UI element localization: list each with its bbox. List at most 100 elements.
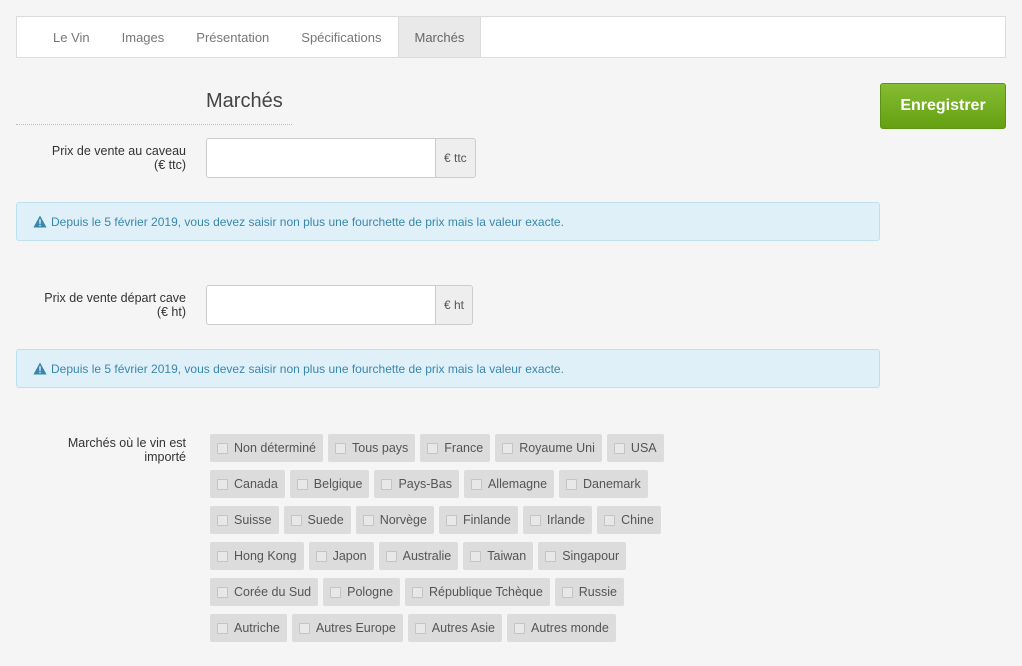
checkbox-icon[interactable]	[445, 514, 457, 526]
checkbox-icon[interactable]	[470, 550, 482, 562]
checkbox-icon[interactable]	[412, 586, 424, 598]
market-label: Belgique	[313, 477, 363, 491]
save-button[interactable]: Enregistrer	[880, 83, 1006, 129]
checkbox-icon[interactable]	[362, 514, 374, 526]
market-checkbox[interactable]: Danemark	[559, 470, 648, 498]
checkbox-icon[interactable]	[298, 622, 310, 634]
market-label: Finlande	[462, 513, 511, 527]
checkbox-icon[interactable]	[217, 514, 228, 526]
market-checkbox[interactable]: Finlande	[438, 506, 518, 534]
caveau-price-alert: Depuis le 5 février 2019, vous devez sai…	[16, 202, 880, 241]
caveau-price-input[interactable]	[206, 138, 436, 178]
market-checkbox[interactable]: Royaume Uni	[495, 434, 602, 462]
tab-specifications[interactable]: Spécifications	[285, 17, 397, 57]
caveau-price-label-line2: (€ ttc)	[154, 158, 186, 172]
market-checkbox[interactable]: Singapour	[538, 542, 627, 570]
checkbox-icon[interactable]	[330, 586, 342, 598]
market-checkbox[interactable]: Suisse	[210, 506, 279, 534]
market-label: Danemark	[583, 477, 641, 491]
market-checkbox[interactable]: Tous pays	[328, 434, 416, 462]
market-checkbox[interactable]: Irlande	[522, 506, 593, 534]
section-title: Marchés	[206, 90, 283, 112]
market-checkbox[interactable]: Hong Kong	[210, 542, 304, 570]
tab-le-vin[interactable]: Le Vin	[37, 17, 106, 57]
market-checkbox[interactable]: Suede	[283, 506, 351, 534]
market-label: Singapour	[562, 549, 620, 563]
markets-label-line2: importé	[144, 450, 186, 464]
market-label: Australie	[402, 549, 452, 563]
checkbox-icon[interactable]	[566, 478, 578, 490]
title-divider	[16, 124, 292, 125]
market-label: Hong Kong	[234, 549, 297, 563]
warning-icon	[33, 362, 47, 375]
checkbox-icon[interactable]	[604, 514, 616, 526]
market-label: Norvège	[379, 513, 427, 527]
tab-bar: Le Vin Images Présentation Spécification…	[16, 16, 1006, 58]
market-checkbox[interactable]: USA	[606, 434, 664, 462]
checkbox-icon[interactable]	[529, 514, 541, 526]
depart-price-label: Prix de vente départ cave (€ ht)	[16, 291, 186, 319]
market-checkbox[interactable]: Canada	[210, 470, 285, 498]
checkbox-icon[interactable]	[613, 442, 625, 454]
checkbox-icon[interactable]	[414, 622, 426, 634]
checkbox-icon[interactable]	[315, 550, 327, 562]
market-checkbox[interactable]: Taiwan	[463, 542, 534, 570]
markets-row: Corée du Sud Pologne République Tchèque Rus…	[210, 578, 710, 606]
checkbox-icon[interactable]	[217, 550, 228, 562]
checkbox-icon[interactable]	[381, 478, 393, 490]
market-label: Autres Europe	[315, 621, 396, 635]
checkbox-icon[interactable]	[427, 442, 439, 454]
market-label: Chine	[621, 513, 654, 527]
market-checkbox[interactable]: Russie	[554, 578, 624, 606]
market-checkbox[interactable]: Autriche	[210, 614, 287, 642]
checkbox-icon[interactable]	[514, 622, 526, 634]
markets-row: Suisse Suede Norvège Finlande Irlande Chine	[210, 506, 710, 534]
market-checkbox[interactable]: Japon	[308, 542, 374, 570]
market-label: Pays-Bas	[398, 477, 452, 491]
tab-images[interactable]: Images	[106, 17, 181, 57]
market-checkbox[interactable]: Autres monde	[507, 614, 616, 642]
tab-marches[interactable]: Marchés	[397, 17, 482, 57]
market-checkbox[interactable]: Autres Europe	[291, 614, 403, 642]
market-label: Autriche	[234, 621, 280, 635]
market-checkbox[interactable]: Australie	[378, 542, 459, 570]
market-checkbox[interactable]: Allemagne	[463, 470, 555, 498]
checkbox-icon[interactable]	[217, 622, 228, 634]
market-checkbox[interactable]: Belgique	[289, 470, 370, 498]
depart-price-input[interactable]	[206, 285, 436, 325]
checkbox-icon[interactable]	[296, 478, 308, 490]
market-checkbox[interactable]: Non déterminé	[210, 434, 323, 462]
market-checkbox[interactable]: Chine	[597, 506, 661, 534]
market-label: Russie	[578, 585, 617, 599]
market-label: Pologne	[347, 585, 394, 599]
checkbox-icon[interactable]	[561, 586, 573, 598]
depart-price-group: € ht	[206, 285, 474, 325]
checkbox-icon[interactable]	[470, 478, 482, 490]
markets-row: Non déterminé Tous pays France Royaume Uni U…	[210, 434, 710, 462]
checkbox-icon[interactable]	[385, 550, 397, 562]
market-label: Japon	[332, 549, 367, 563]
markets-row: Hong Kong Japon Australie Taiwan Singapour	[210, 542, 710, 570]
checkbox-icon[interactable]	[545, 550, 557, 562]
market-label: Taiwan	[487, 549, 527, 563]
checkbox-icon[interactable]	[217, 478, 228, 490]
market-checkbox[interactable]: France	[420, 434, 491, 462]
market-checkbox[interactable]: Norvège	[355, 506, 434, 534]
market-checkbox[interactable]: République Tchèque	[405, 578, 550, 606]
caveau-price-label: Prix de vente au caveau (€ ttc)	[16, 144, 186, 172]
market-checkbox[interactable]: Corée du Sud	[210, 578, 319, 606]
market-label: Autres Asie	[431, 621, 496, 635]
checkbox-icon[interactable]	[217, 442, 228, 454]
tab-presentation[interactable]: Présentation	[180, 17, 285, 57]
market-checkbox[interactable]: Pologne	[323, 578, 401, 606]
checkbox-icon[interactable]	[217, 586, 228, 598]
checkbox-icon[interactable]	[502, 442, 514, 454]
checkbox-icon[interactable]	[335, 442, 346, 454]
checkbox-icon[interactable]	[290, 514, 302, 526]
market-checkbox[interactable]: Pays-Bas	[374, 470, 459, 498]
warning-icon	[33, 215, 47, 228]
caveau-price-group: € ttc	[206, 138, 476, 178]
depart-price-label-line2: (€ ht)	[156, 305, 186, 319]
caveau-price-alert-text: Depuis le 5 février 2019, vous devez sai…	[51, 214, 564, 229]
market-checkbox[interactable]: Autres Asie	[407, 614, 503, 642]
